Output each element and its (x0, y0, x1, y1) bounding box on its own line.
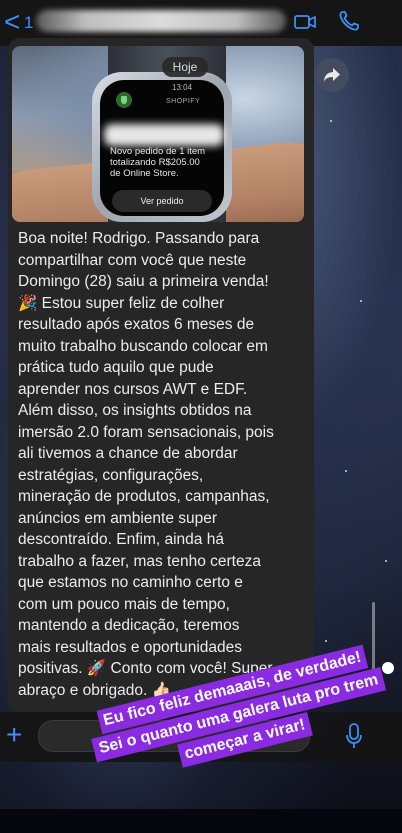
video-call-icon[interactable] (294, 13, 316, 31)
star (385, 560, 387, 562)
contact-name-redacted[interactable] (36, 10, 286, 32)
phone-call-icon[interactable] (338, 10, 360, 32)
forward-arrow-icon (324, 68, 340, 82)
message-text: Boa noite! Rodrigo. Passando para compar… (18, 230, 274, 699)
star (345, 470, 347, 472)
watch-notification-text: Novo pedido de 1 item totalizando R$205.… (110, 146, 206, 179)
date-separator: Hoje (162, 57, 208, 77)
shopify-logo-icon (116, 92, 132, 108)
watch-time: 13:04 (172, 83, 193, 92)
attach-plus-icon[interactable]: + (6, 720, 22, 750)
star (330, 120, 332, 122)
star (360, 300, 362, 302)
watch-app-name: SHOPIFY (166, 98, 201, 105)
unread-count[interactable]: 1 (24, 13, 33, 33)
watch-view-order-button: Ver pedido (112, 190, 212, 212)
message-photo[interactable]: 13:04 SHOPIFY Novo pedido de 1 item tota… (12, 46, 304, 222)
star (325, 640, 327, 642)
notification-redacted (104, 124, 224, 146)
back-chevron-icon[interactable]: < (4, 8, 20, 36)
forward-button[interactable] (315, 58, 349, 92)
